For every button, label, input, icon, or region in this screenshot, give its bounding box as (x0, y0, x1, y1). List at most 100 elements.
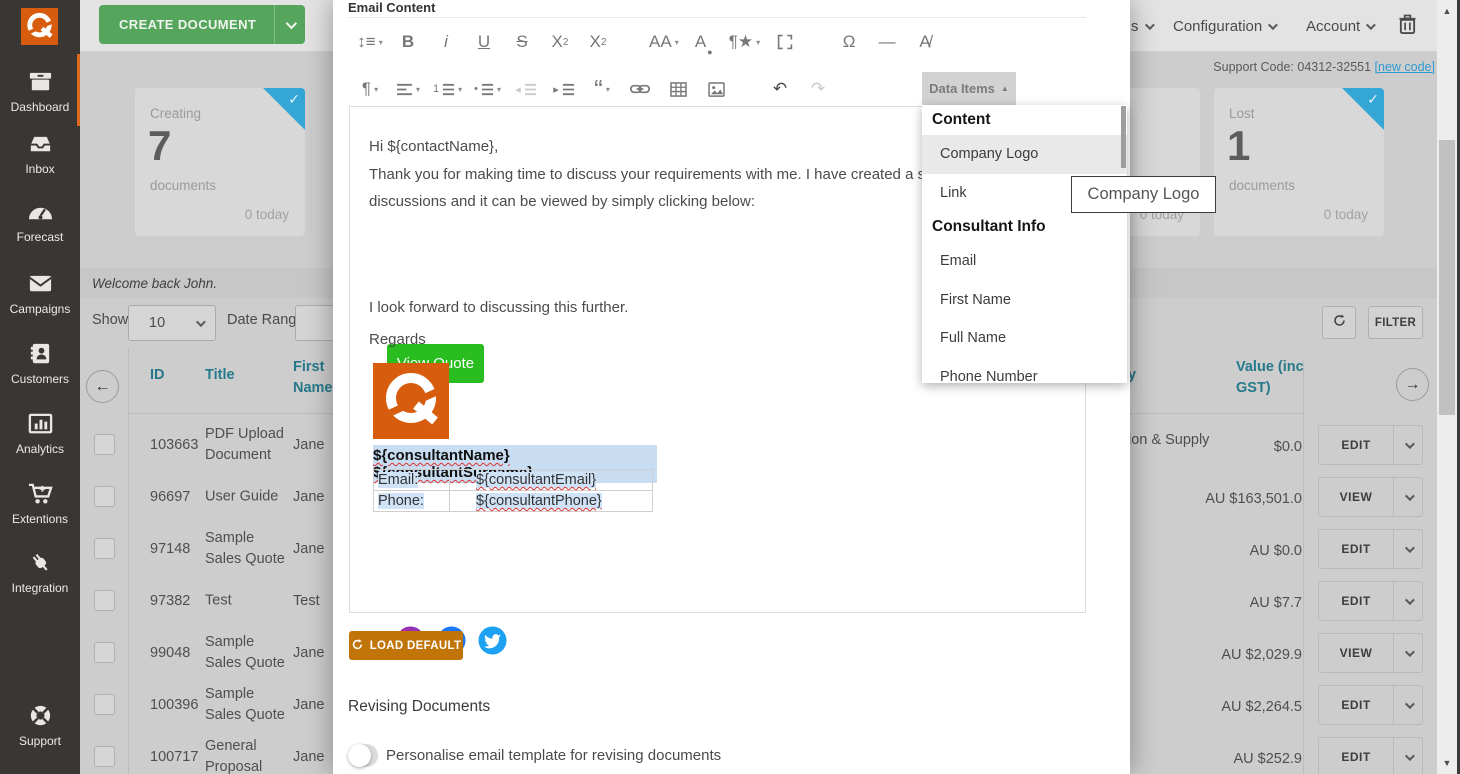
row-action-button[interactable]: VIEW (1318, 633, 1423, 673)
create-document-button[interactable]: CREATE DOCUMENT (99, 5, 305, 44)
row-checkbox[interactable] (94, 746, 115, 767)
row-checkbox[interactable] (94, 486, 115, 507)
insert-table-button[interactable] (665, 74, 691, 104)
insert-link-button[interactable] (627, 74, 653, 104)
load-default-button[interactable]: LOAD DEFAULT (349, 631, 463, 660)
row-value: $0.0 (1100, 437, 1302, 458)
card-lost[interactable]: ✓ Lost 1 documents 0 today (1214, 88, 1384, 236)
text-color-button[interactable]: A● (691, 27, 717, 57)
email-greeting: Hi ${contactName}, (369, 138, 498, 155)
app-logo[interactable] (21, 8, 58, 45)
special-characters-button[interactable]: Ω (836, 27, 862, 57)
paragraph-style-button[interactable]: ¶★▾ (729, 27, 760, 57)
paragraph-format-button[interactable]: ¶▾ (357, 74, 383, 104)
line-spacing-button[interactable]: ↕≡▾ (357, 27, 383, 57)
sidebar-item-analytics[interactable]: Analytics (0, 412, 80, 458)
card-creating[interactable]: ✓ Creating 7 documents 0 today (135, 88, 305, 236)
row-checkbox[interactable] (94, 538, 115, 559)
ordered-list-button[interactable]: 1▾ (433, 74, 462, 104)
triangle-up-icon: ▲ (1001, 84, 1009, 93)
row-action-button[interactable]: EDIT (1318, 737, 1423, 774)
show-select[interactable]: 10 (128, 305, 216, 341)
sidebar-item-extentions[interactable]: Extentions (0, 482, 80, 528)
italic-button[interactable]: i (433, 27, 459, 57)
twitter-icon[interactable] (478, 626, 507, 660)
dropdown-scrollbar-thumb[interactable] (1121, 106, 1126, 168)
row-action-button[interactable]: EDIT (1318, 425, 1423, 465)
row-checkbox[interactable] (94, 590, 115, 611)
superscript-button[interactable]: X2 (585, 27, 611, 57)
row-action-button[interactable]: VIEW (1318, 477, 1423, 517)
row-checkbox[interactable] (94, 642, 115, 663)
sidebar-item-inbox[interactable]: Inbox (0, 132, 80, 178)
bar-chart-icon (27, 412, 54, 436)
row-action-button[interactable]: EDIT (1318, 685, 1423, 725)
bold-button[interactable]: B (395, 27, 421, 57)
font-size-button[interactable]: AA▾ (649, 27, 679, 57)
signature-table: Email: ${consultantEmail} Phone: ${consu… (373, 469, 653, 512)
underline-button[interactable]: U (471, 27, 497, 57)
table-next-button[interactable]: → (1396, 368, 1429, 401)
personalise-toggle[interactable] (348, 744, 378, 767)
indent-button[interactable]: ▸ (551, 74, 577, 104)
dropdown-item-full-name[interactable]: Full Name (922, 319, 1127, 358)
refresh-button[interactable] (1322, 306, 1356, 339)
undo-button[interactable]: ↶ (767, 74, 793, 104)
configuration-menu[interactable]: Configuration (1173, 0, 1275, 52)
email-body-line2: discussions and it can be viewed by simp… (369, 193, 755, 210)
page-scrollbar-thumb[interactable] (1439, 140, 1455, 415)
sidebar-item-campaigns[interactable]: Campaigns (0, 272, 80, 318)
row-action-button[interactable]: EDIT (1318, 581, 1423, 621)
horizontal-line-button[interactable]: — (874, 27, 900, 57)
row-id: 99048 (150, 643, 190, 664)
filter-button[interactable]: FILTER (1368, 306, 1423, 339)
row-title: PDF Upload Document (205, 424, 289, 466)
dropdown-item-first-name[interactable]: First Name (922, 281, 1127, 320)
row-checkbox[interactable] (94, 694, 115, 715)
col-header-title[interactable]: Title (205, 365, 235, 386)
table-prev-button[interactable]: ← (86, 370, 119, 403)
row-action-button[interactable]: EDIT (1318, 529, 1423, 569)
account-menu[interactable]: Account (1306, 0, 1373, 52)
scroll-up-arrow[interactable]: ▲ (1437, 6, 1457, 16)
data-items-button[interactable]: Data Items▲ (922, 72, 1016, 105)
scroll-down-arrow[interactable]: ▼ (1437, 758, 1457, 768)
outdent-button[interactable]: ◂ (513, 74, 539, 104)
clear-formatting-button[interactable]: A̸ (912, 27, 938, 57)
hidden-menu-fragment[interactable]: s (1131, 0, 1152, 52)
plug-icon (27, 551, 54, 575)
table-divider (128, 348, 129, 774)
dropdown-item-email[interactable]: Email (922, 242, 1127, 281)
dropdown-item-company-logo[interactable]: Company Logo (922, 135, 1127, 174)
col-header-first-name[interactable]: First Name (293, 357, 335, 399)
row-first-name: Jane (293, 747, 324, 768)
redo-button[interactable]: ↷ (805, 74, 831, 104)
personalise-toggle-label: Personalise email template for revising … (386, 747, 721, 764)
text-align-button[interactable]: ▾ (395, 74, 421, 104)
row-value: AU $7.7 (1100, 593, 1302, 614)
row-checkbox[interactable] (94, 434, 115, 455)
show-label: Show (92, 312, 128, 328)
dropdown-item-phone-number[interactable]: Phone Number (922, 358, 1127, 384)
subscript-button[interactable]: X2 (547, 27, 573, 57)
sidebar: Dashboard Inbox Forecast Campaigns Custo… (0, 0, 80, 774)
sidebar-item-dashboard[interactable]: Dashboard (0, 70, 80, 116)
new-code-link[interactable]: [new code] (1375, 60, 1435, 74)
sidebar-item-integration[interactable]: Integration (0, 551, 80, 597)
strikethrough-button[interactable]: S (509, 27, 535, 57)
quote-button[interactable]: “▾ (589, 74, 615, 104)
fullscreen-button[interactable] (772, 27, 798, 57)
sidebar-item-customers[interactable]: Customers (0, 342, 80, 388)
col-header-value[interactable]: Value (inc GST) (1236, 357, 1306, 399)
sidebar-item-support[interactable]: Support (0, 704, 80, 750)
toolbar-divider (349, 17, 1086, 18)
insert-image-button[interactable] (703, 74, 729, 104)
col-header-id[interactable]: ID (150, 365, 165, 386)
row-first-name: Test (293, 591, 320, 612)
sidebar-item-forecast[interactable]: Forecast (0, 200, 80, 246)
trash-icon[interactable] (1398, 0, 1417, 52)
unordered-list-button[interactable]: •▾ (474, 74, 501, 104)
archive-box-icon (27, 70, 54, 94)
create-document-dropdown[interactable] (274, 5, 305, 44)
chevron-down-icon (1404, 595, 1414, 605)
